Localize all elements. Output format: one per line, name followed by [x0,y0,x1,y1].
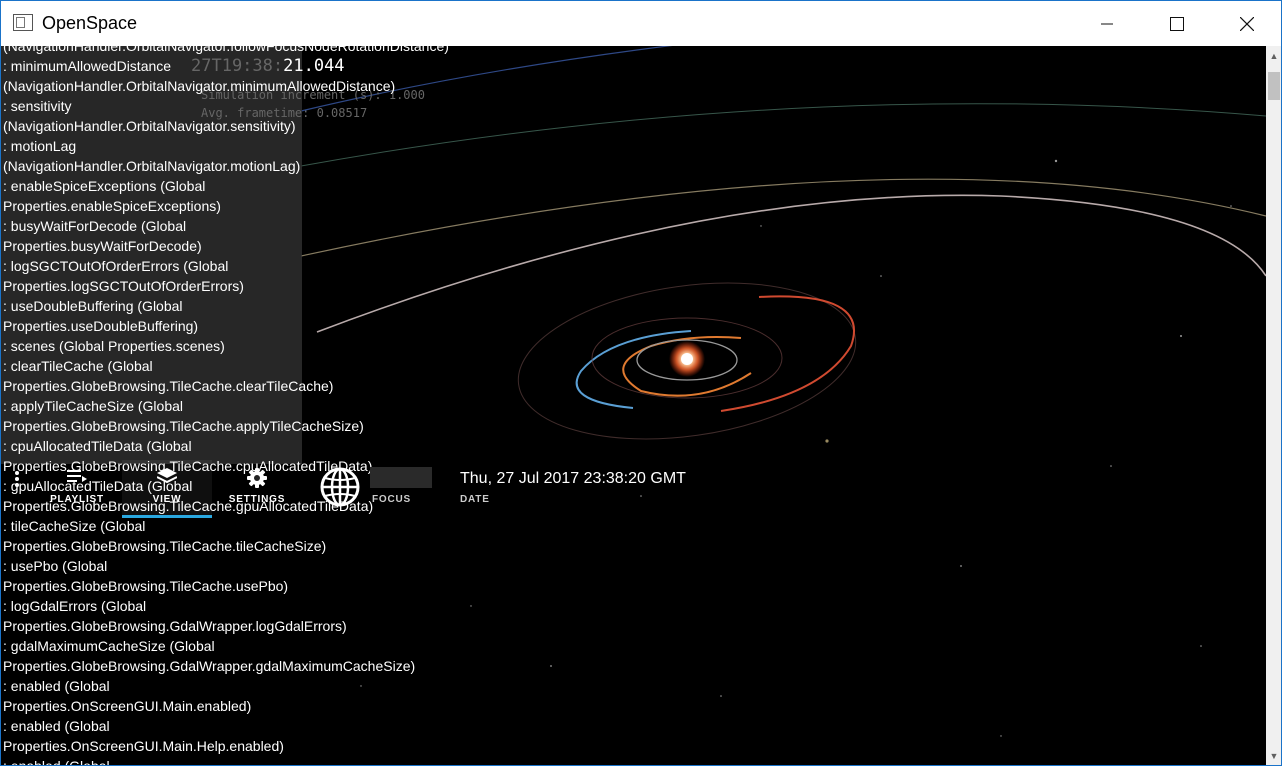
log-line: : scenes (Global Properties.scenes) [3,338,225,354]
log-line: Properties.GlobeBrowsing.GdalWrapper.gda… [3,658,416,674]
log-line: : clearTileCache (Global [3,358,153,374]
focus-globe-button[interactable] [319,466,361,508]
minimize-button[interactable] [1072,1,1142,46]
sun-core [681,353,693,365]
layers-icon [122,468,212,486]
scroll-up-arrow-icon[interactable]: ▲ [1266,48,1281,64]
log-line: : cpuAllocatedTileData (Global [3,438,192,454]
vertical-scrollbar[interactable]: ▲ ▼ [1266,46,1281,765]
log-line: Properties.GlobeBrowsing.GdalWrapper.log… [3,618,347,634]
app-icon [13,14,33,31]
view-button[interactable]: VIEW [122,460,212,518]
log-line: : useDoubleBuffering (Global [3,298,183,314]
playlist-button[interactable]: PLAYLIST [45,460,109,518]
maximize-icon [1170,16,1184,31]
date-label: DATE [460,494,490,505]
log-line: (NavigationHandler.OrbitalNavigator.foll… [3,46,449,54]
title-bar[interactable]: OpenSpace [1,1,1281,46]
bottom-menu-bar: PLAYLIST VIEW SETTINGS FOCUS Thu, 27 Jul… [1,460,701,518]
settings-label: SETTINGS [228,494,286,505]
render-viewport[interactable]: 27T19:38:21.044 Simulation increment (s)… [1,46,1266,766]
log-line: Properties.useDoubleBuffering) [3,318,199,334]
log-line: : minimumAllowedDistance [3,58,172,74]
log-line: Properties.GlobeBrowsing.TileCache.clear… [3,378,334,394]
log-line: : applyTileCacheSize (Global [3,398,184,414]
log-line: : sensitivity [3,98,72,114]
maximize-button[interactable] [1142,1,1212,46]
log-line: (NavigationHandler.OrbitalNavigator.moti… [3,158,301,174]
log-line: Properties.GlobeBrowsing.TileCache.usePb… [3,578,289,594]
scrollbar-thumb[interactable] [1268,72,1280,100]
date-value[interactable]: Thu, 27 Jul 2017 23:38:20 GMT [460,470,686,488]
log-line: : usePbo (Global [3,558,108,574]
focus-input[interactable] [370,467,432,488]
window-title: OpenSpace [42,13,138,33]
log-line: Properties.GlobeBrowsing.TileCache.apply… [3,418,364,434]
vertical-dots-icon [5,470,29,488]
gear-icon [223,468,291,488]
star-field [360,159,1232,737]
log-line: : busyWaitForDecode (Global [3,218,187,234]
view-label: VIEW [152,494,182,505]
log-line: : logGdalErrors (Global [3,598,147,614]
log-line: : logSGCTOutOfOrderErrors (Global [3,258,229,274]
settings-button[interactable]: SETTINGS [223,460,291,518]
log-line: : enabled (Global [3,718,110,734]
log-line: Properties.logSGCTOutOfOrderErrors) [3,278,244,294]
close-icon [1240,16,1254,31]
log-output: (NavigationHandler.OrbitalNavigator.foll… [3,46,449,766]
log-line: Properties.OnScreenGUI.Main.Help.enabled… [3,738,284,754]
app-window: OpenSpace 27T19:38:21.044 Simulation inc… [0,0,1282,766]
playlist-label: PLAYLIST [50,494,104,505]
log-line: : tileCacheSize (Global [3,518,146,534]
close-button[interactable] [1212,1,1281,46]
focus-label: FOCUS [372,494,411,505]
log-line: (NavigationHandler.OrbitalNavigator.mini… [3,78,396,94]
log-line: Properties.enableSpiceExceptions) [3,198,221,214]
log-line: Properties.OnScreenGUI.Main.enabled) [3,698,252,714]
log-line: : enabled (Global [3,678,110,694]
more-options-button[interactable] [5,460,29,518]
log-line: (NavigationHandler.OrbitalNavigator.sens… [3,118,296,134]
globe-icon [320,467,360,507]
log-line: Properties.GlobeBrowsing.TileCache.tileC… [3,538,327,554]
scroll-down-arrow-icon[interactable]: ▼ [1266,748,1281,764]
minimize-icon [1101,23,1113,24]
log-line: : motionLag [3,138,77,154]
log-line: : gdalMaximumCacheSize (Global [3,638,215,654]
playlist-icon [45,470,109,484]
log-line: : enableSpiceExceptions (Global [3,178,206,194]
log-line: Properties.busyWaitForDecode) [3,238,202,254]
log-line: : enabled (Global [3,758,110,766]
